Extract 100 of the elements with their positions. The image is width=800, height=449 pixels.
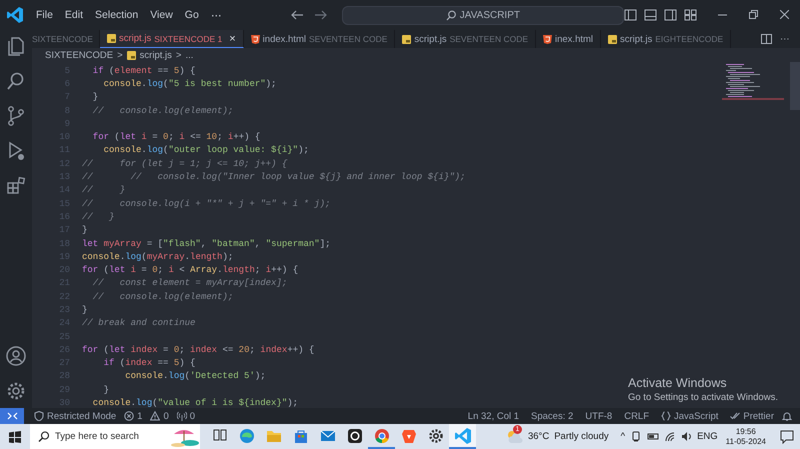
breadcrumb-item[interactable]: SIXTEENCODE <box>45 50 114 60</box>
status-item[interactable]: 0 <box>146 410 173 422</box>
more-actions-button[interactable]: ⋯ <box>780 33 790 45</box>
editor-tab[interactable]: script.js SIXTEENCODE 1 × <box>100 30 244 48</box>
code-line: // console.log(element); <box>92 106 234 116</box>
editor-tab[interactable]: script.js SEVENTEEN CODE <box>395 30 536 48</box>
status-item[interactable]: CRLF <box>620 410 654 422</box>
editor-tab[interactable]: index.html SEVENTEEN CODE <box>244 30 396 48</box>
code-line: if (index == 5) { <box>102 358 196 368</box>
back-arrow-icon[interactable] <box>290 8 304 22</box>
code-line: console.log('Detected 5'); <box>124 371 266 382</box>
close-icon[interactable] <box>780 10 789 19</box>
breadcrumb-item[interactable]: script.js <box>140 50 172 60</box>
code-line: if (element == 5) { <box>92 66 196 76</box>
command-search-field[interactable]: JAVASCRIPT <box>342 6 624 24</box>
code-line: // console.log(i + "*" + j + "=" + i * j); <box>82 198 330 209</box>
input-language-button[interactable]: ENG <box>697 431 718 442</box>
show-hidden-icons-button[interactable]: ^ <box>620 431 626 442</box>
status-item[interactable]: JavaScript <box>657 410 722 422</box>
activation-subtitle: Go to Settings to activate Windows. <box>628 392 778 403</box>
panel-toggle-icon[interactable] <box>644 9 657 21</box>
bell-icon[interactable] <box>782 411 792 421</box>
code-line: // const element = myArray[index]; <box>92 278 288 288</box>
taskbar-search-field[interactable]: Type here to search <box>30 424 200 449</box>
status-item[interactable]: 0 <box>172 410 200 422</box>
double-check-icon <box>730 411 740 421</box>
warning-icon <box>150 411 160 421</box>
code-line: console.log("outer loop value: ${i}"); <box>102 145 309 156</box>
code-line: let myArray = ["flash", "batman", "superman"]; <box>82 238 331 248</box>
account-icon[interactable] <box>4 344 28 368</box>
breadcrumb-item[interactable]: ... <box>185 50 194 60</box>
sidebar-toggle-icon[interactable] <box>624 9 637 21</box>
windows-start-icon[interactable] <box>9 430 21 442</box>
layout-icon[interactable] <box>684 9 697 21</box>
javascript-file-icon <box>126 50 136 60</box>
search-icon <box>446 10 457 20</box>
battery-icon[interactable] <box>647 431 660 442</box>
chrome-browser-icon <box>372 426 390 444</box>
clock-date[interactable]: 11-05-2024 <box>726 436 766 446</box>
status-item[interactable]: Spaces: 2 <box>527 410 578 422</box>
wifi-icon[interactable] <box>665 432 676 442</box>
editor-tab[interactable]: inex.html <box>536 30 602 48</box>
menu-item[interactable]: View <box>144 8 179 22</box>
javascript-file-icon <box>608 34 618 44</box>
javascript-file-icon <box>402 34 412 44</box>
html-file-icon <box>543 34 552 44</box>
menu-item[interactable]: File <box>30 8 59 22</box>
braces-icon <box>661 411 672 421</box>
code-line: // console.log(element); <box>92 292 234 302</box>
temperature-text[interactable]: 36°C <box>528 431 550 442</box>
code-line: for (let i = 0; i <= 10; i++) { <box>92 132 260 142</box>
code-line: } <box>82 225 88 236</box>
code-line: } <box>92 92 98 102</box>
status-item[interactable]: Prettier <box>726 410 778 422</box>
restore-icon[interactable] <box>749 10 758 19</box>
code-line: } <box>102 384 110 395</box>
javascript-file-icon <box>107 34 116 43</box>
code-line: } <box>82 304 88 315</box>
status-item[interactable]: Restricted Mode <box>30 410 120 422</box>
vscode-logo-icon <box>454 426 472 444</box>
device-icon[interactable] <box>631 431 642 442</box>
html-file-icon <box>250 34 260 44</box>
edge-browser-icon <box>238 426 256 444</box>
breadcrumb-separator: > <box>176 50 182 60</box>
speaker-icon[interactable] <box>681 431 692 442</box>
code-line: // } <box>82 185 126 196</box>
code-line: // // console.log("Inner loop value ${j} and inner loop ${i}"); <box>82 172 466 182</box>
search-icon <box>38 431 49 442</box>
clock-time[interactable]: 19:56 <box>736 426 756 436</box>
split-editor-icon[interactable] <box>761 34 772 44</box>
menu-item[interactable]: Selection <box>89 8 144 22</box>
remote-button[interactable] <box>0 408 24 424</box>
secondary-sidebar-icon[interactable] <box>664 9 677 21</box>
menu-item[interactable]: ⋯ <box>204 8 228 22</box>
weather-condition[interactable]: Partly cloudy <box>554 431 609 442</box>
menu-item[interactable]: Edit <box>58 8 90 22</box>
remote-icon <box>6 410 18 422</box>
status-item[interactable]: UTF-8 <box>581 410 616 422</box>
menu-item[interactable]: Go <box>178 8 205 22</box>
code-line: // for (let j = 1; j <= 10; j++) { <box>82 158 288 169</box>
activation-title: Activate Windows <box>628 376 728 390</box>
code-line: console.log("5 is best number"); <box>102 78 276 89</box>
breadcrumb-separator: > <box>117 50 123 60</box>
shield-icon <box>34 411 44 421</box>
code-line: console.log("value of i is ${index}"); <box>92 398 298 408</box>
vscode-logo-icon <box>6 6 24 24</box>
code-line: // } <box>82 212 114 222</box>
code-line: for (let index = 0; index <= 20; index++) { <box>82 344 314 355</box>
forward-arrow-icon[interactable] <box>314 8 328 22</box>
status-item[interactable]: 1 <box>120 410 146 422</box>
gear-icon <box>426 426 444 444</box>
antenna-icon <box>176 411 187 421</box>
notification-icon[interactable] <box>780 430 794 444</box>
error-icon <box>124 411 134 421</box>
minimap-drawing <box>722 62 784 102</box>
code-line: console.log(myArray.length); <box>82 252 234 262</box>
status-item[interactable]: Ln 32, Col 1 <box>464 410 524 422</box>
editor-tab[interactable]: script.js EIGHTEENCODE <box>601 30 732 48</box>
code-line: for (let i = 0; i < Array.length; i++) { <box>82 265 298 276</box>
code-line: // break and continue <box>82 318 196 328</box>
